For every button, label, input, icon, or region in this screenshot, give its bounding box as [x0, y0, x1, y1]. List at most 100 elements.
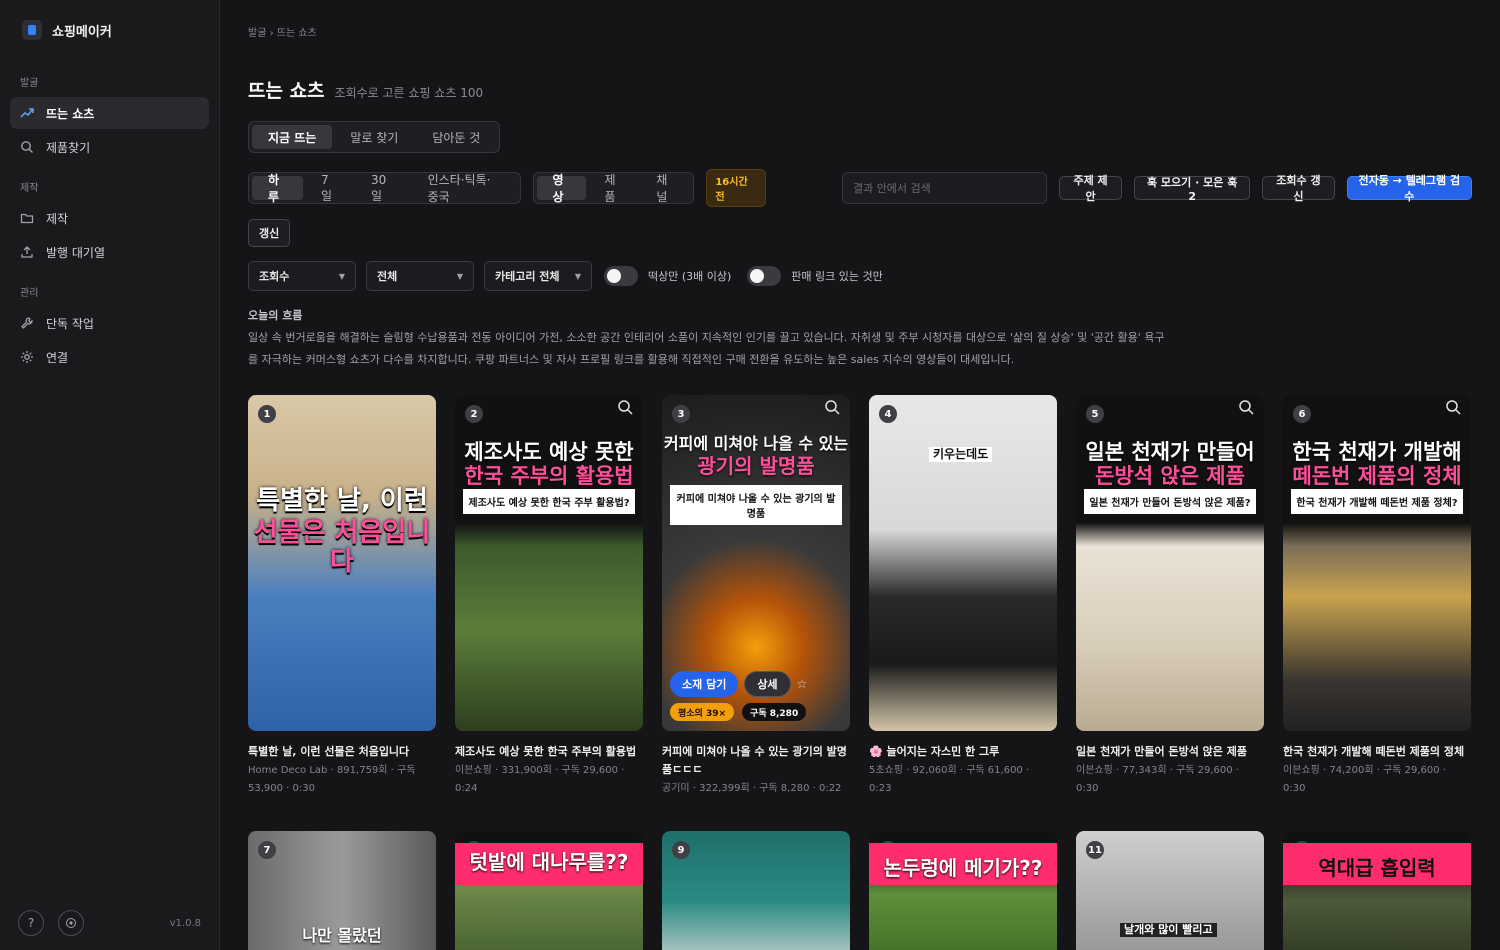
auto-telegram-review-button[interactable]: 전자동 → 텔레그램 검수: [1346, 174, 1472, 203]
short-card[interactable]: 1 특별한 날, 이런 선물은 처음입니다 특별한 날, 이런 선물은 처음입니…: [248, 395, 436, 797]
sidebar-footer: ? v1.0.8: [18, 910, 201, 936]
details-button[interactable]: 상세: [744, 671, 791, 697]
category-select-value: 카테고리 전체: [495, 270, 560, 283]
tab-saved[interactable]: 담아둔 것: [416, 125, 496, 149]
short-card[interactable]: 3 커피에 미쳐야 나올 수 있는 광기의 발명품 커피에 미쳐야 나올 수 있…: [662, 395, 850, 797]
short-thumbnail[interactable]: 5 일본 천재가 만들어 돈방석 앉은 제품 일본 천재가 만들어 돈방석 앉은…: [1076, 395, 1264, 731]
sidebar-item-label: 연결: [46, 350, 69, 365]
main-content: 발굴 › 뜨는 쇼츠 뜨는 쇼츠 조회수로 고른 쇼핑 쇼츠 100 지금 뜨는…: [220, 0, 1500, 950]
sidebar-item-connection[interactable]: 연결: [10, 341, 209, 373]
sidebar-item-trending-shorts[interactable]: 뜨는 쇼츠: [10, 97, 209, 129]
zoom-icon[interactable]: [824, 399, 840, 415]
short-title[interactable]: 커피에 미쳐야 나올 수 있는 광기의 발명품ㄷㄷㄷ: [662, 743, 850, 779]
tab-type-product[interactable]: 제품: [588, 173, 638, 204]
tab-period-day[interactable]: 하루: [252, 173, 303, 204]
rank-badge: 11: [1086, 841, 1104, 859]
short-thumbnail[interactable]: 10 논두렁에 메기가??: [869, 831, 1057, 950]
suggest-topic-button[interactable]: 주제 제안: [1059, 174, 1123, 203]
main-tabs: 지금 뜨는 말로 찾기 담아둔 것: [248, 121, 501, 153]
today-flow-line: 일상 속 번거로움을 해결하는 슬림형 수납용품과 전동 아이디어 가전, 소소…: [248, 331, 1165, 344]
short-thumbnail[interactable]: 8 텃밭에 대나무를??: [455, 831, 643, 950]
sidebar-item-label: 제품찾기: [46, 140, 91, 155]
add-to-materials-button[interactable]: 소재 담기: [670, 671, 739, 697]
gear-icon: [20, 350, 34, 364]
short-thumbnail[interactable]: 2 제조사도 예상 못한 한국 주부의 활용법 제조사도 예상 못한 한국 주부…: [455, 395, 643, 731]
short-thumbnail[interactable]: 1 특별한 날, 이런 선물은 처음입니다: [248, 395, 436, 731]
help-button[interactable]: ?: [18, 910, 44, 936]
tab-period-30d[interactable]: 30일: [355, 173, 410, 203]
short-meta: 0:24: [455, 783, 478, 794]
sort-select[interactable]: 조회수 ▼: [248, 261, 356, 291]
short-thumbnail[interactable]: 4 키우는데도: [869, 395, 1057, 731]
short-card[interactable]: 6 한국 천재가 개발해 떼돈번 제품의 정체 한국 천재가 개발해 떼돈번 제…: [1283, 395, 1471, 797]
thumbnail-caption: 한국 주부의 활용법: [464, 464, 634, 488]
short-card[interactable]: 8 텃밭에 대나무를??: [455, 831, 643, 950]
scope-select[interactable]: 전체 ▼: [366, 261, 474, 291]
short-thumbnail[interactable]: 3 커피에 미쳐야 나올 수 있는 광기의 발명품 커피에 미쳐야 나올 수 있…: [662, 395, 850, 731]
hover-actions: 소재 담기 상세 ☆: [670, 671, 807, 697]
short-card[interactable]: 12 역대급 흡입력: [1283, 831, 1471, 950]
short-meta: 5초쇼핑 · 92,060회 · 구독 61,600 ·: [869, 765, 1030, 776]
sidebar-section-label: 제작: [20, 183, 39, 194]
zoom-icon[interactable]: [1445, 399, 1461, 415]
page-subtitle: 조회수로 고른 쇼핑 쇼츠 100: [334, 86, 484, 100]
tab-type-channel[interactable]: 채널: [640, 173, 690, 204]
short-title[interactable]: 일본 천재가 만들어 돈방석 앉은 제품: [1076, 743, 1264, 761]
rank-badge: 5: [1086, 405, 1104, 423]
short-title[interactable]: 특별한 날, 이런 선물은 처음입니다: [248, 743, 436, 761]
zoom-icon[interactable]: [617, 399, 633, 415]
folder-icon: [20, 211, 34, 225]
chevron-down-icon: ▼: [456, 271, 463, 281]
thumbnail-caption: 커피에 미쳐야 나올 수 있는: [663, 434, 849, 453]
short-card[interactable]: 11 날개와 많이 빨리고: [1076, 831, 1264, 950]
refresh-button[interactable]: 갱신: [248, 219, 291, 247]
short-card[interactable]: 2 제조사도 예상 못한 한국 주부의 활용법 제조사도 예상 못한 한국 주부…: [455, 395, 643, 797]
result-search-input[interactable]: [841, 172, 1048, 204]
sales-link-only-toggle[interactable]: [747, 266, 782, 286]
sidebar-item-production[interactable]: 제작: [10, 202, 209, 234]
short-title[interactable]: 제조사도 예상 못한 한국 주부의 활용법: [455, 743, 643, 761]
short-meta: 이븐쇼핑 · 331,900회 · 구독 29,600 ·: [455, 765, 625, 776]
short-card[interactable]: 7 나만 몰랐던: [248, 831, 436, 950]
sidebar-item-label: 단독 작업: [46, 316, 94, 331]
short-thumbnail[interactable]: 6 한국 천재가 개발해 떼돈번 제품의 정체 한국 천재가 개발해 떼돈번 제…: [1283, 395, 1471, 731]
tab-type-video[interactable]: 영상: [536, 173, 587, 204]
sidebar-item-label: 뜨는 쇼츠: [46, 106, 95, 121]
short-thumbnail[interactable]: 11 날개와 많이 빨리고: [1076, 831, 1264, 950]
short-thumbnail[interactable]: 9: [662, 831, 850, 950]
tab-period-7d[interactable]: 7일: [305, 173, 353, 203]
short-card[interactable]: 9: [662, 831, 850, 950]
short-card[interactable]: 5 일본 천재가 만들어 돈방석 앉은 제품 일본 천재가 만들어 돈방석 앉은…: [1076, 395, 1264, 797]
short-title[interactable]: 🌸 늘어지는 자스민 한 그루: [869, 743, 1057, 761]
hover-badges: 평소의 39× 구독 8,280: [670, 703, 807, 721]
wrench-icon: [20, 316, 34, 330]
surge-only-toggle[interactable]: [604, 266, 638, 286]
thumbnail-caption: 선물은 처음입니다: [253, 518, 431, 577]
thumbnail-caption: 일본 천재가 만들어: [1085, 440, 1255, 464]
tab-trending-now[interactable]: 지금 뜨는: [252, 125, 333, 149]
collect-hooks-button[interactable]: 훅 모으기 · 모은 훅 2: [1134, 176, 1251, 203]
thumbnail-caption: 돈방석 앉은 제품: [1095, 464, 1245, 488]
sidebar-item-publish-queue[interactable]: 발행 대기열: [10, 236, 209, 268]
short-card[interactable]: 4 키우는데도 🌸 늘어지는 자스민 한 그루 5초쇼핑 · 92,060회 ·…: [869, 395, 1057, 797]
category-select[interactable]: 카테고리 전체 ▼: [484, 261, 592, 291]
short-thumbnail[interactable]: 12 역대급 흡입력: [1283, 831, 1471, 950]
sidebar-item-product-search[interactable]: 제품찾기: [10, 131, 209, 163]
short-meta: 0:23: [869, 783, 892, 794]
play-button[interactable]: [58, 910, 84, 936]
brand[interactable]: 쇼핑메이커: [10, 0, 209, 60]
short-thumbnail[interactable]: 7 나만 몰랐던: [248, 831, 436, 950]
trending-icon: [20, 106, 34, 120]
zoom-icon[interactable]: [1238, 399, 1254, 415]
short-title[interactable]: 한국 천재가 개발해 떼돈번 제품의 정체: [1283, 743, 1471, 761]
tab-period-insta-tiktok-china[interactable]: 인스타·틱톡·중국: [412, 173, 517, 204]
surge-only-label: 떡상만 (3배 이상): [648, 270, 732, 283]
rank-badge: 7: [258, 841, 276, 859]
sidebar-item-solo-work[interactable]: 단독 작업: [10, 307, 209, 339]
thumbnail-caption: 제조사도 예상 못한: [464, 440, 634, 464]
star-icon[interactable]: ☆: [797, 671, 808, 697]
upload-icon: [20, 245, 34, 259]
refresh-views-button[interactable]: 조회수 갱신: [1262, 174, 1335, 203]
short-card[interactable]: 10 논두렁에 메기가??: [869, 831, 1057, 950]
tab-search-by-words[interactable]: 말로 찾기: [334, 125, 414, 149]
